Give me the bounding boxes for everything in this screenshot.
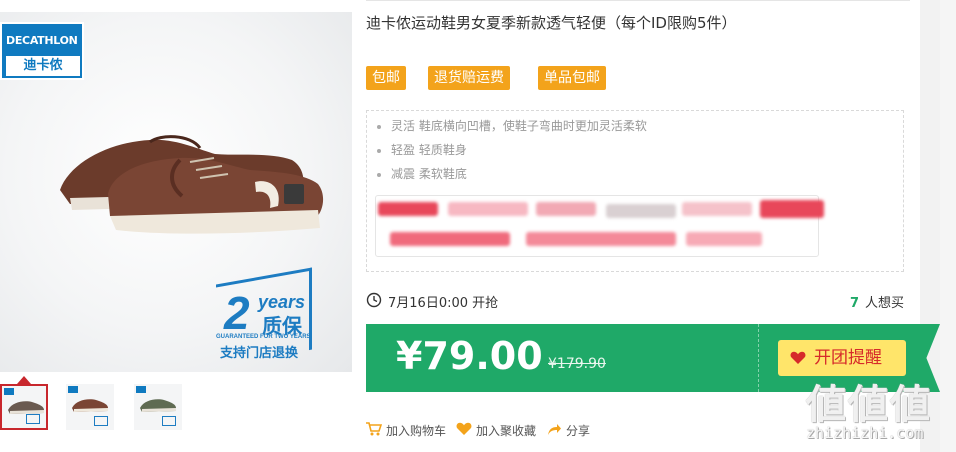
page-background-strip bbox=[940, 0, 956, 452]
warranty-number: 2 bbox=[224, 287, 250, 339]
remind-button[interactable]: 开团提醒 bbox=[778, 340, 906, 376]
original-price: ¥179.90 bbox=[548, 356, 606, 372]
mini-logo-icon bbox=[4, 388, 14, 395]
share-icon bbox=[548, 424, 561, 435]
decathlon-logo: DECATHLON 迪卡侬 bbox=[0, 22, 84, 80]
redacted-mark bbox=[536, 202, 596, 216]
product-title: 迪卡侬运动鞋男女夏季新款透气轻便（每个ID限购5件） bbox=[366, 14, 737, 32]
feature-text: 减震 柔软鞋底 bbox=[391, 167, 467, 181]
feature-text: 轻盈 轻质鞋身 bbox=[391, 143, 467, 157]
mini-logo-icon bbox=[136, 386, 146, 393]
add-to-favorites-link[interactable]: 加入聚收藏 bbox=[456, 420, 540, 440]
thumbnail-3[interactable] bbox=[134, 384, 182, 430]
warranty-store: 支持门店退换 bbox=[220, 346, 299, 361]
heart-icon bbox=[790, 351, 806, 364]
tag-free-shipping: 包邮 bbox=[366, 66, 406, 90]
heart-icon bbox=[456, 422, 472, 435]
redacted-mark bbox=[390, 232, 510, 246]
main-product-image[interactable]: DECATHLON 迪卡侬 2 years 质保 GUARANTEED FOR … bbox=[0, 12, 352, 372]
redacted-mark bbox=[606, 204, 676, 218]
sale-start-time: 7月16日0:00 开抢 bbox=[388, 296, 499, 311]
brand-logo-cn: 迪卡侬 bbox=[6, 56, 80, 76]
clock-icon bbox=[366, 292, 382, 308]
add-to-favorites-label: 加入聚收藏 bbox=[476, 424, 537, 438]
mini-badge-icon bbox=[26, 414, 40, 424]
redacted-mark bbox=[526, 232, 676, 246]
redacted-mark bbox=[378, 202, 438, 216]
feature-text: 灵活 鞋底横向凹槽，使鞋子弯曲时更加灵活柔软 bbox=[391, 119, 647, 133]
add-to-cart-label: 加入购物车 bbox=[386, 424, 447, 438]
feature-list: 灵活 鞋底横向凹槽，使鞋子弯曲时更加灵活柔软 轻盈 轻质鞋身 减震 柔软鞋底 bbox=[366, 110, 904, 272]
bullet-icon bbox=[377, 148, 381, 153]
mini-badge-icon bbox=[94, 416, 108, 426]
brand-logo-en: DECATHLON bbox=[6, 34, 78, 47]
bullet-icon bbox=[377, 172, 381, 177]
redacted-content bbox=[375, 195, 824, 257]
bullet-icon bbox=[377, 124, 381, 129]
feature-item: 灵活 鞋底横向凹槽，使鞋子弯曲时更加灵活柔软 bbox=[377, 117, 647, 134]
want-count: 7 人想买 bbox=[850, 292, 904, 311]
redacted-mark bbox=[686, 232, 762, 246]
cart-icon bbox=[366, 422, 382, 436]
want-number: 7 bbox=[849, 296, 859, 311]
shoe-thumb-icon bbox=[140, 399, 176, 412]
shoe-thumb-icon bbox=[72, 399, 108, 412]
thumbnail-2[interactable] bbox=[66, 384, 114, 430]
feature-item: 减震 柔软鞋底 bbox=[377, 165, 467, 182]
feature-item: 轻盈 轻质鞋身 bbox=[377, 141, 467, 158]
want-label: 人想买 bbox=[864, 296, 904, 311]
remind-label: 开团提醒 bbox=[814, 348, 882, 368]
redacted-mark bbox=[760, 200, 824, 218]
top-divider bbox=[366, 0, 910, 1]
share-link[interactable]: 分享 bbox=[546, 420, 596, 440]
mini-badge-icon bbox=[162, 416, 176, 426]
watermark-logo: 値値値 bbox=[806, 382, 932, 428]
share-label: 分享 bbox=[566, 424, 591, 438]
redacted-mark bbox=[682, 202, 752, 216]
thumbnail-active-caret bbox=[17, 376, 31, 384]
warranty-badge: 2 years 质保 GUARANTEED FOR TWO YEARS 支持门店… bbox=[216, 267, 322, 368]
add-to-cart-link[interactable]: 加入购物车 bbox=[366, 420, 450, 440]
redacted-mark bbox=[448, 202, 528, 216]
price-divider bbox=[758, 324, 759, 392]
sale-price: ¥79.00 bbox=[396, 334, 543, 378]
mini-logo-icon bbox=[68, 386, 78, 393]
tag-return-shipping: 退货赔运费 bbox=[428, 66, 510, 90]
thumbnail-1[interactable] bbox=[0, 384, 48, 430]
tag-single-free-shipping: 单品包邮 bbox=[538, 66, 606, 90]
warranty-en: GUARANTEED FOR TWO YEARS bbox=[216, 334, 311, 340]
shoe-image bbox=[60, 135, 324, 234]
watermark-domain: zhizhizhi.com bbox=[806, 424, 924, 442]
